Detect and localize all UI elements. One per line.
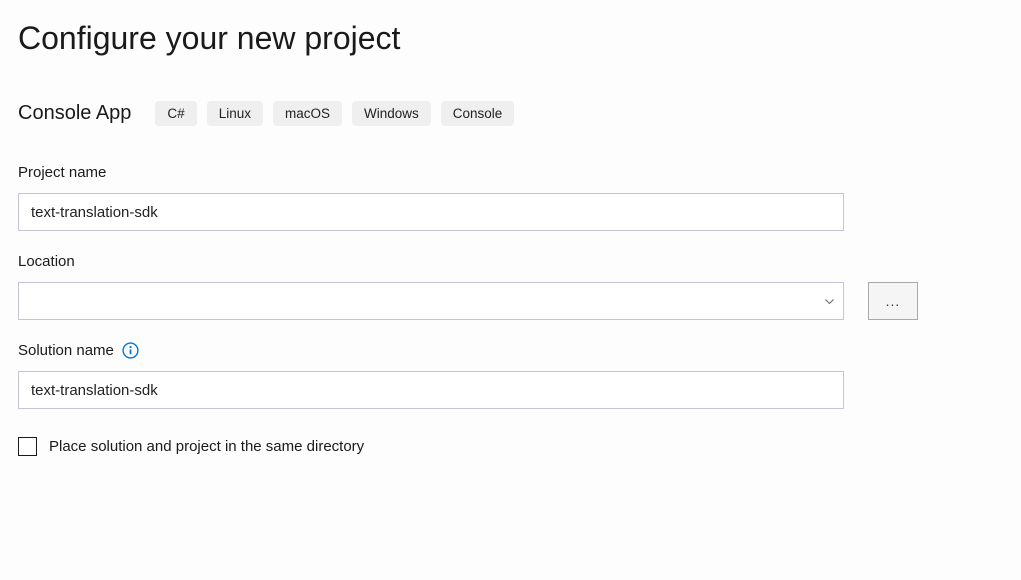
same-directory-label: Place solution and project in the same d…: [49, 438, 364, 455]
tag: Linux: [207, 101, 263, 126]
tag: Console: [441, 101, 515, 126]
page-title: Configure your new project: [18, 20, 1003, 57]
solution-name-label: Solution name: [18, 342, 1003, 359]
solution-name-group: Solution name: [18, 342, 1003, 409]
template-tags: C# Linux macOS Windows Console: [155, 101, 514, 126]
project-name-input[interactable]: [18, 193, 844, 231]
same-directory-checkbox[interactable]: [18, 437, 37, 456]
location-group: Location ...: [18, 253, 1003, 320]
template-header: Console App C# Linux macOS Windows Conso…: [18, 101, 1003, 126]
solution-name-label-text: Solution name: [18, 342, 114, 359]
tag: Windows: [352, 101, 431, 126]
solution-name-input[interactable]: [18, 371, 844, 409]
location-label: Location: [18, 253, 1003, 270]
tag: macOS: [273, 101, 342, 126]
project-name-label: Project name: [18, 164, 1003, 181]
template-name: Console App: [18, 102, 131, 125]
same-directory-row: Place solution and project in the same d…: [18, 437, 1003, 456]
browse-button[interactable]: ...: [868, 282, 918, 320]
info-icon[interactable]: [122, 342, 139, 359]
project-name-group: Project name: [18, 164, 1003, 231]
location-combo[interactable]: [18, 282, 844, 320]
location-input[interactable]: [18, 282, 844, 320]
tag: C#: [155, 101, 196, 126]
